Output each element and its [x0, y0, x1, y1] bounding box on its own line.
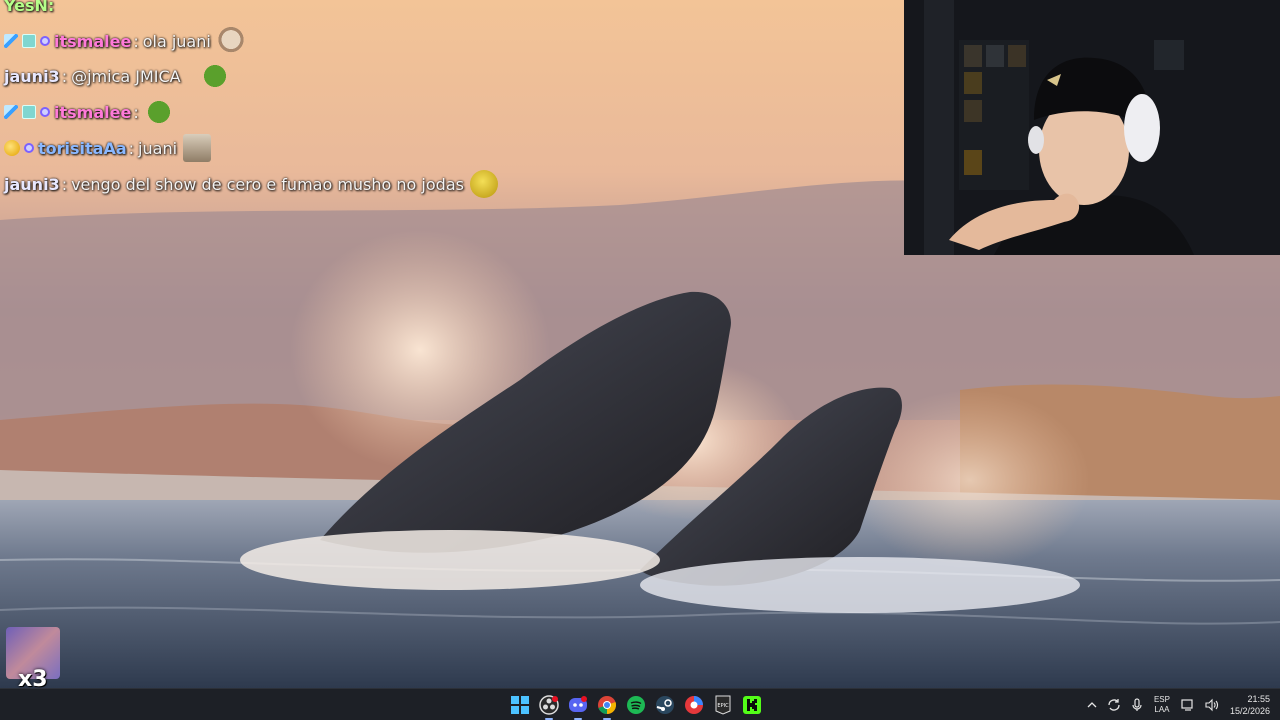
gift-badge-icon: [24, 143, 34, 153]
pepe-emote-icon: [200, 62, 229, 90]
volume-tray-button[interactable]: [1205, 698, 1219, 712]
browser-icon: [685, 696, 703, 714]
chat-username: torisitaAa: [38, 138, 127, 158]
cat-emote-icon: [183, 134, 212, 162]
kick-icon: [743, 696, 761, 714]
tray-overflow-button[interactable]: [1087, 700, 1097, 710]
chat-text: vengo del show de cero e fumao musho no …: [71, 174, 464, 194]
microphone-tray-button[interactable]: [1131, 698, 1143, 712]
obs-taskbar-button[interactable]: [537, 693, 561, 720]
speaker-icon: [1205, 698, 1218, 712]
svg-text:EPIC: EPIC: [717, 703, 729, 709]
chat-separator: :: [128, 138, 135, 158]
chat-message: torisitaAa : juani: [4, 133, 212, 163]
pepe-emote-icon: [144, 98, 173, 126]
browser-taskbar-button[interactable]: [682, 693, 706, 717]
streamer-camera-image: [904, 0, 1280, 255]
taskbar: EPIC ESP LAA 21:55 15/2/2026: [0, 688, 1280, 720]
microphone-icon: [1132, 698, 1142, 711]
chat-username: jauni3: [4, 174, 60, 194]
discord-icon: [569, 696, 587, 712]
windows-start-button[interactable]: [508, 693, 532, 717]
chat-message: itsmalee :: [4, 97, 173, 127]
keyboard-layout: LAA: [1154, 705, 1170, 714]
smirk-emote-icon: [469, 170, 498, 198]
sword-badge-icon: [4, 34, 18, 48]
language-indicator[interactable]: ESP LAA: [1154, 695, 1170, 715]
windows-start-icon: [511, 696, 529, 714]
system-tray: ESP LAA 21:55 15/2/2026: [1082, 689, 1280, 720]
monitor-network-icon: [1181, 699, 1193, 711]
gift-badge-icon: [40, 36, 50, 46]
steam-icon: [656, 696, 674, 714]
coin-badge-icon: [4, 140, 20, 156]
spotify-taskbar-button[interactable]: [624, 693, 648, 717]
chat-username: jauni3: [4, 66, 60, 86]
chat-message-partial: YesN:: [4, 0, 56, 20]
chat-username: itsmalee: [54, 102, 132, 122]
chat-username: YesN:: [4, 0, 55, 15]
network-tray-button[interactable]: [1181, 698, 1195, 712]
clock-time: 21:55: [1247, 694, 1270, 704]
chat-separator: :: [61, 174, 68, 194]
chevron-up-icon: [1087, 702, 1097, 708]
obs-icon: [539, 695, 559, 715]
chat-separator: :: [61, 66, 68, 86]
chat-text: ola juani: [142, 31, 211, 51]
sync-tray-button[interactable]: [1107, 698, 1121, 712]
gift-badge-icon: [40, 107, 50, 117]
chat-username: itsmalee: [54, 31, 132, 51]
discord-taskbar-button[interactable]: [566, 693, 590, 720]
chat-separator: :: [133, 31, 139, 51]
sub-badge-icon: [22, 105, 36, 119]
chrome-icon: [598, 696, 617, 714]
epic-games-taskbar-button[interactable]: EPIC: [711, 693, 735, 717]
sub-badge-icon: [22, 34, 36, 48]
taskbar-apps: EPIC: [508, 689, 764, 720]
language-code: ESP: [1153, 695, 1170, 704]
chat-message: jauni3 : vengo del show de cero e fumao …: [4, 169, 498, 199]
sync-icon: [1108, 699, 1120, 711]
steam-taskbar-button[interactable]: [653, 693, 677, 717]
chat-text: @jmica JMICA: [71, 66, 181, 86]
emote-combo: x3: [6, 627, 60, 692]
chrome-taskbar-button[interactable]: [595, 693, 619, 720]
chat-text: juani: [138, 138, 178, 158]
webcam-feed: [904, 0, 1280, 255]
sword-badge-icon: [4, 105, 18, 119]
epic-games-icon: EPIC: [715, 695, 731, 715]
chat-message: jauni3 : @jmica JMICA: [4, 61, 229, 91]
spotify-icon: [627, 696, 645, 714]
dog-emote-icon: [216, 27, 245, 55]
clock-date: 15/2/2026: [1229, 706, 1270, 716]
chat-separator: :: [133, 102, 139, 122]
clock[interactable]: 21:55 15/2/2026: [1230, 693, 1270, 717]
chat-message: itsmalee : ola juani: [4, 26, 245, 56]
kick-taskbar-button[interactable]: [740, 693, 764, 717]
